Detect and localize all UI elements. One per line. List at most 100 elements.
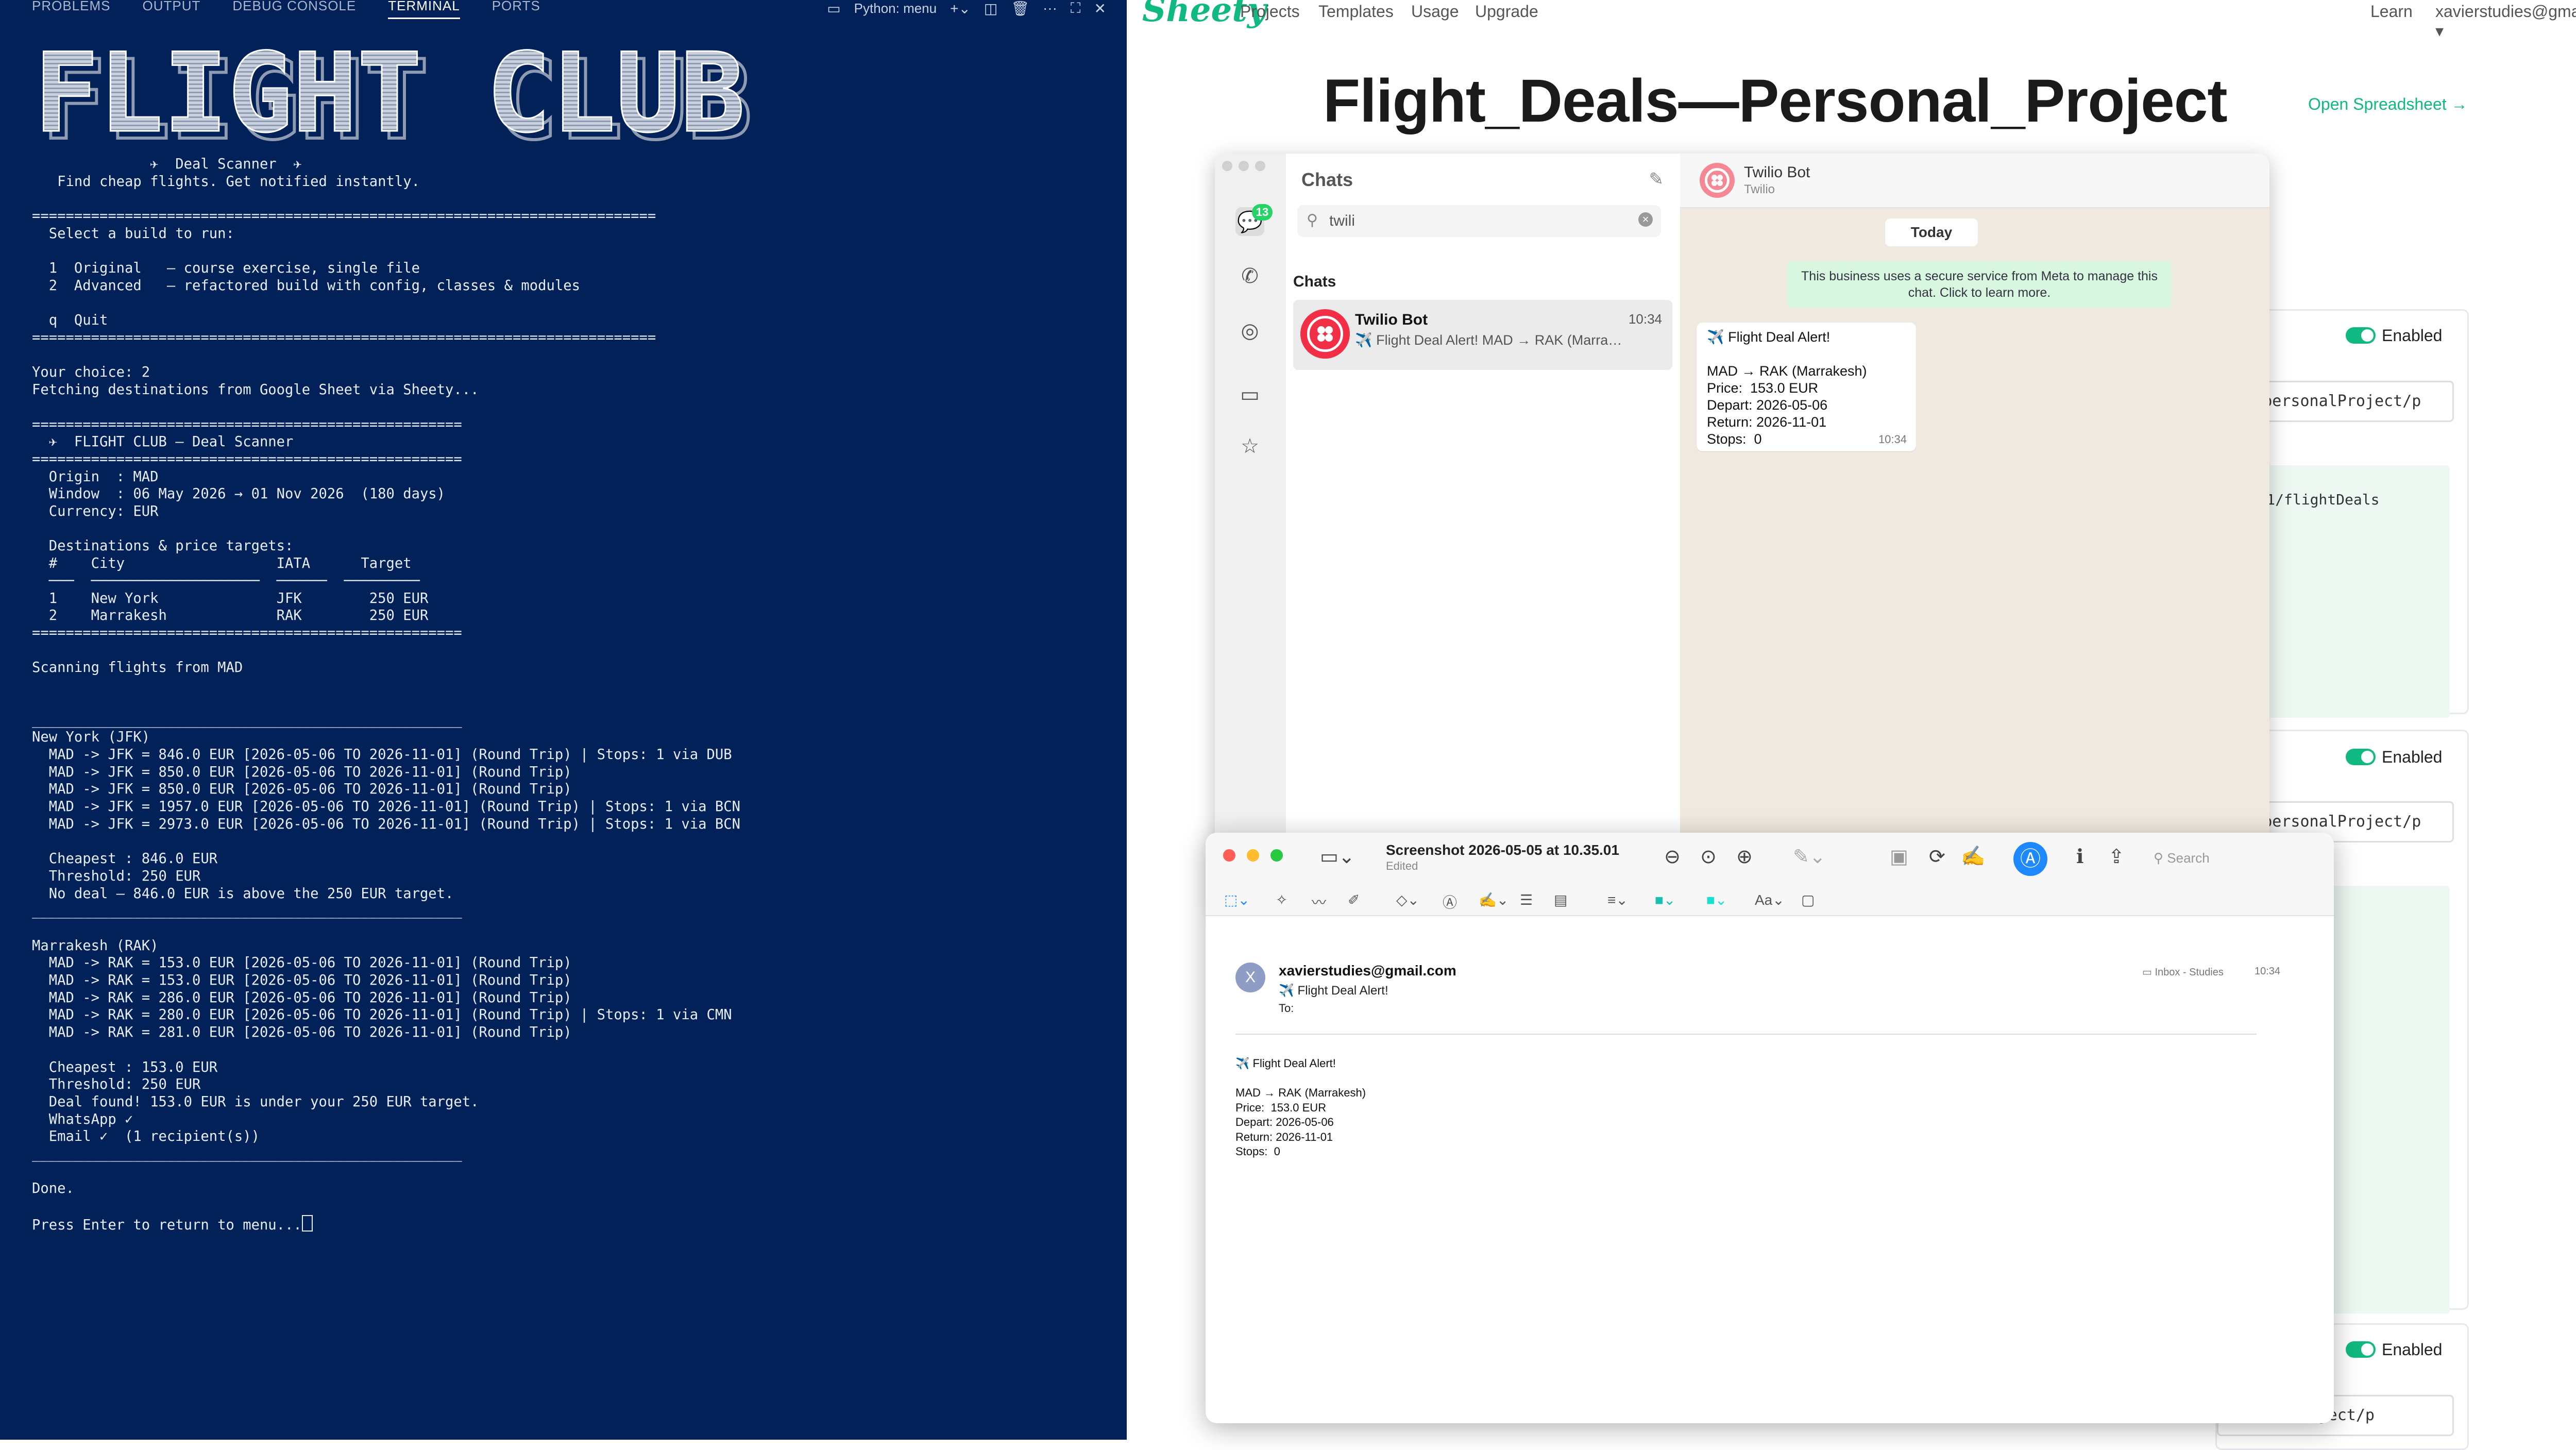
zoom-out-icon[interactable]: ⊖ (1664, 845, 1681, 868)
nav-projects[interactable]: Projects (1240, 2, 1300, 21)
more-icon[interactable]: ··· (1043, 0, 1057, 16)
clear-search-icon[interactable]: × (1638, 212, 1653, 227)
fill-color-icon[interactable]: ■⌄ (1706, 891, 1727, 908)
info-icon[interactable]: ℹ (2076, 845, 2083, 868)
terminal-line: # City IATA Target (48, 555, 412, 572)
shapes-icon[interactable]: ◇⌄ (1396, 891, 1419, 908)
window-minimize-button[interactable] (1239, 161, 1249, 171)
tab-debug-console[interactable]: DEBUG CONSOLE (232, 0, 356, 18)
chats-title: Chats (1301, 169, 1353, 190)
border-color-icon[interactable]: ■⌄ (1655, 891, 1675, 908)
zoom-fit-icon[interactable]: ⊙ (1700, 845, 1717, 868)
terminal-line: ✈ Deal Scanner ✈ (150, 156, 302, 172)
terminal-line: q Quit (48, 312, 108, 329)
terminal-actions: ▭ Python: menu +⌄ ◫ 🗑 ··· ⛶ ✕ (827, 0, 1106, 16)
conversation-panel: Twilio Bot Twilio Today This business us… (1680, 154, 2269, 911)
nav-usage[interactable]: Usage (1411, 2, 1459, 21)
trash-icon[interactable]: 🗑 (1011, 0, 1029, 17)
terminal-line: Destinations & price targets: (48, 538, 294, 554)
enabled-toggle[interactable] (2346, 1341, 2376, 1358)
divider (1235, 1034, 2257, 1035)
terminal-panel[interactable]: PROBLEMS OUTPUT DEBUG CONSOLE TERMINAL P… (0, 0, 1127, 1440)
preview-search[interactable]: ⚲ Search (2154, 844, 2308, 872)
nav-upgrade[interactable]: Upgrade (1475, 2, 1538, 21)
chat-list-item[interactable]: Twilio Bot 10:34 ✈️ Flight Deal Alert! M… (1293, 300, 1672, 370)
line-style-icon[interactable]: ≡⌄ (1607, 891, 1628, 908)
whatsapp-sidebar: 💬 13 ✆ ◎ ▭ ☆ (1215, 154, 1287, 911)
enabled-label: Enabled (2382, 326, 2443, 345)
window-zoom-button[interactable] (1270, 849, 1283, 862)
account-menu[interactable]: xavierstudies@gmail.com ▾ (2435, 2, 2576, 41)
markup-icon[interactable]: Ⓐ (2013, 842, 2047, 876)
starred-icon[interactable]: ☆ (1235, 432, 1264, 461)
terminal-line: Your choice: 2 (32, 364, 150, 381)
nav-templates[interactable]: Templates (1318, 2, 1394, 21)
open-spreadsheet-link[interactable]: Open Spreadsheet → (2308, 95, 2468, 114)
draw-icon[interactable]: ✐ (1348, 891, 1360, 908)
sheety-navbar: Sheety Projects Templates Usage Upgrade … (1127, 0, 2576, 40)
text-icon[interactable]: Ⓐ (1443, 891, 1457, 912)
tab-terminal[interactable]: TERMINAL (388, 0, 460, 19)
message-time: 10:34 (1878, 433, 1907, 446)
sketch-icon[interactable]: 〰 (1312, 891, 1326, 912)
calls-icon[interactable]: ✆ (1235, 262, 1264, 291)
terminal-line: 2 Marrakesh RAK 250 EUR (48, 608, 429, 624)
adjust-icon[interactable]: ▤ (1554, 891, 1567, 908)
mail-to: To: (1279, 1002, 1294, 1015)
tab-output[interactable]: OUTPUT (143, 0, 201, 18)
window-close-button[interactable] (1223, 849, 1235, 862)
logo-text: FLIGHT CLUB (34, 38, 745, 151)
account-email: xavierstudies@gmail.com (2435, 2, 2576, 21)
text-style-icon[interactable]: Aa⌄ (1755, 891, 1785, 908)
preview-window: ▭⌄ Screenshot 2026-05-05 at 10.35.01 Edi… (1206, 833, 2334, 1423)
chat-search-input[interactable]: ⚲ twili × (1297, 205, 1661, 237)
terminal-line: Email ✓ (1 recipient(s)) (48, 1128, 260, 1145)
terminal-line: ✈ FLIGHT CLUB — Deal Scanner (48, 434, 294, 450)
avatar: X (1235, 963, 1265, 992)
crop-icon[interactable]: ▣ (1890, 845, 1908, 868)
terminal-line: 1 New York JFK 250 EUR (48, 590, 429, 606)
conversation-header[interactable]: Twilio Bot Twilio (1680, 154, 2269, 208)
terminal-line: ========================================… (32, 451, 462, 467)
highlight-icon[interactable]: ✎⌄ (1793, 845, 1826, 868)
terminal-line: MAD -> JFK = 2973.0 EUR [2026-05-06 TO 2… (48, 816, 740, 832)
enabled-toggle[interactable] (2346, 327, 2376, 344)
chat-list-panel: Chats ✎ ⚲ twili × Chats Twilio Bot 10:34… (1286, 154, 1681, 911)
terminal-shell-icon[interactable]: ▭ (827, 0, 840, 17)
document-title: Screenshot 2026-05-05 at 10.35.01 (1386, 842, 1619, 858)
business-notice[interactable]: This business uses a secure service from… (1787, 261, 2172, 308)
terminal-line: MAD -> JFK = 850.0 EUR [2026-05-06 TO 20… (48, 781, 572, 798)
document-status: Edited (1386, 859, 1418, 872)
window-close-button[interactable] (1222, 161, 1232, 171)
compose-icon[interactable]: ✎ (1649, 169, 1664, 190)
terminal-shell-label[interactable]: Python: menu (854, 1, 937, 16)
status-icon[interactable]: ◎ (1235, 316, 1264, 345)
page-title: Flight_Deals—Personal_Project (1323, 67, 2228, 135)
window-minimize-button[interactable] (1247, 849, 1259, 862)
close-icon[interactable]: ✕ (1094, 0, 1106, 17)
terminal-line: Fetching destinations from Google Sheet … (32, 382, 479, 398)
contact-name: Twilio Bot (1744, 164, 1810, 181)
window-zoom-button[interactable] (1255, 161, 1265, 171)
note-icon[interactable]: ☰ (1520, 891, 1533, 908)
new-terminal-icon[interactable]: +⌄ (950, 0, 971, 17)
archive-icon[interactable]: ▭ (1235, 380, 1264, 409)
zoom-in-icon[interactable]: ⊕ (1736, 845, 1753, 868)
signature-icon[interactable]: ✍ (1961, 845, 1985, 868)
sign-icon[interactable]: ✍⌄ (1479, 891, 1509, 908)
description-icon[interactable]: ▢ (1801, 891, 1815, 908)
tab-ports[interactable]: PORTS (492, 0, 540, 18)
enabled-toggle[interactable] (2346, 749, 2376, 765)
mail-body: ✈️ Flight Deal Alert! MAD → RAK (Marrake… (1235, 1057, 1366, 1158)
tab-problems[interactable]: PROBLEMS (32, 0, 111, 18)
sidebar-toggle-icon[interactable]: ▭⌄ (1320, 845, 1355, 868)
maximize-icon[interactable]: ⛶ (1071, 0, 1081, 17)
terminal-line: MAD -> RAK = 280.0 EUR [2026-05-06 TO 20… (48, 1007, 732, 1023)
terminal-line: ________________________________________… (32, 1146, 462, 1162)
instant-alpha-icon[interactable]: ✧ (1276, 891, 1287, 908)
selection-tool-icon[interactable]: ⬚⌄ (1224, 891, 1250, 908)
nav-learn[interactable]: Learn (2370, 2, 2413, 21)
share-icon[interactable]: ⇪ (2108, 845, 2125, 868)
rotate-icon[interactable]: ⟳ (1929, 845, 1945, 868)
split-terminal-icon[interactable]: ◫ (984, 0, 997, 17)
